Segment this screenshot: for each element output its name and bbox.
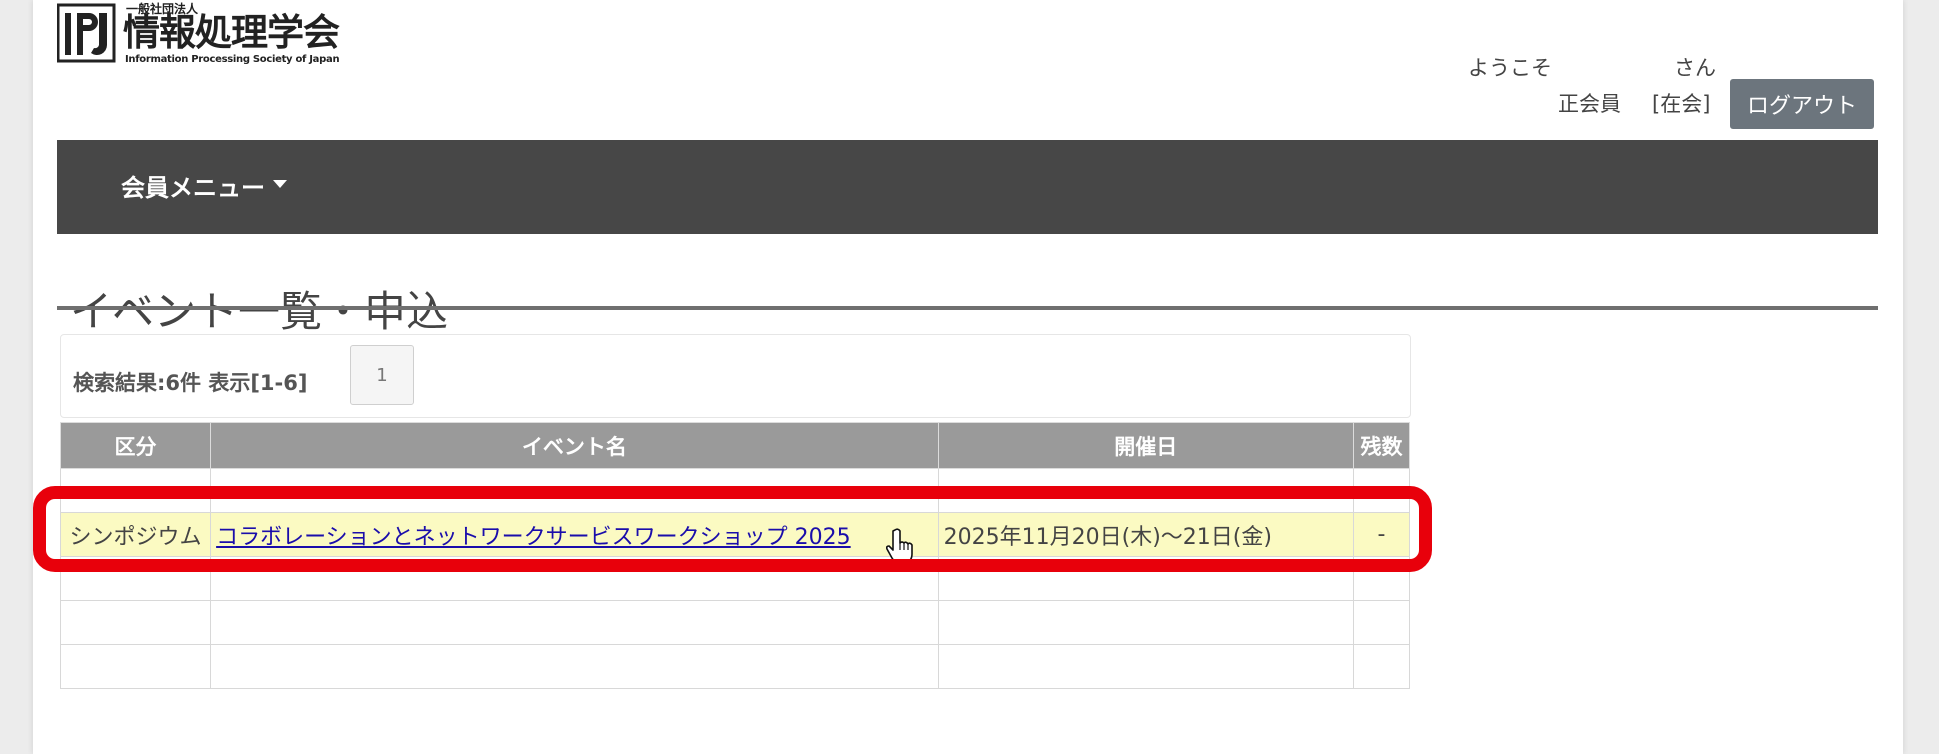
search-result-box: 検索結果:6件 表示[1-6] 1: [60, 334, 1411, 418]
logout-button[interactable]: ログアウト: [1730, 79, 1874, 129]
column-header-category[interactable]: 区分: [59, 422, 212, 469]
column-header-event-name[interactable]: イベント名: [210, 422, 939, 469]
column-header-date[interactable]: 開催日: [937, 422, 1354, 469]
navbar: 会員メニュー: [57, 140, 1878, 234]
column-header-remaining[interactable]: 残数: [1352, 422, 1411, 469]
table-row-highlighted: シンポジウム コラボレーションとネットワークサービスワークショップ 2025 2…: [59, 512, 1411, 557]
hand-pointer-cursor-icon: [886, 528, 913, 564]
ipsj-logo[interactable]: 一般社団法人 情報処理学会 Information Processing Soc…: [57, 0, 340, 68]
event-name-link[interactable]: コラボレーションとネットワークサービスワークショップ 2025: [216, 525, 851, 550]
event-remaining: -: [1352, 512, 1411, 557]
welcome-prefix: ようこそ: [1468, 56, 1552, 80]
member-menu-dropdown[interactable]: 会員メニュー: [121, 168, 287, 203]
ipsj-logo-mark-icon: [57, 3, 116, 63]
table-row: [59, 468, 1411, 513]
member-type: 正会員: [1558, 92, 1621, 116]
caret-down-icon: [273, 179, 287, 188]
events-table: 区分 イベント名 開催日 残数 シンポジウム コラボレーションとネットワークサー…: [59, 422, 1411, 689]
member-status: [在会]: [1652, 92, 1711, 116]
welcome-suffix: さん: [1674, 56, 1716, 80]
logo-name-label: 情報処理学会: [123, 11, 340, 54]
title-divider: [57, 306, 1878, 310]
event-date: 2025年11月20日(木)～21日(金): [937, 512, 1354, 557]
table-row: [59, 644, 1411, 689]
pagination-page-1[interactable]: 1: [350, 345, 414, 405]
event-category: シンポジウム: [59, 512, 212, 557]
logo-english-label: Information Processing Society of Japan: [125, 54, 340, 65]
table-row: [59, 556, 1411, 601]
table-row: [59, 600, 1411, 645]
search-result-count: 検索結果:6件 表示[1-6]: [73, 371, 308, 395]
member-menu-label: 会員メニュー: [121, 174, 265, 202]
table-header-row: 区分 イベント名 開催日 残数: [59, 422, 1411, 469]
